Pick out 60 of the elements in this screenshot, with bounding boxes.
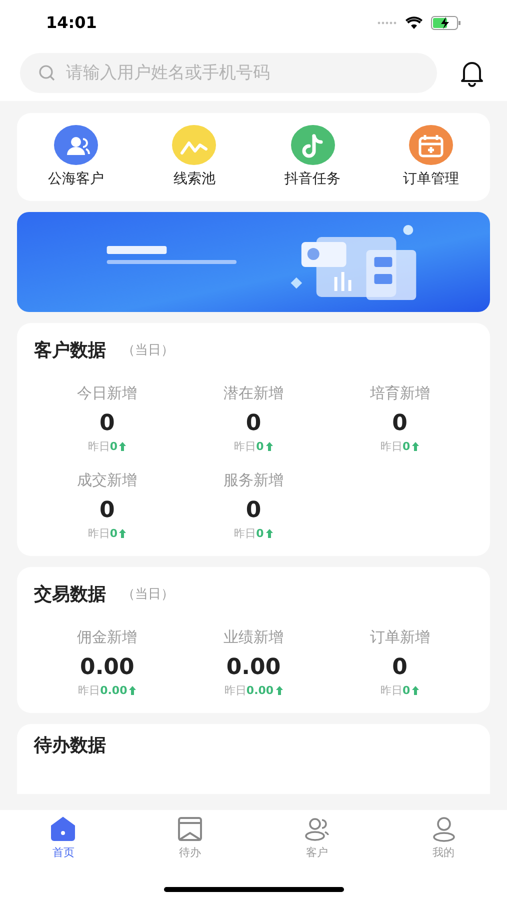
- wifi-icon: [405, 16, 423, 29]
- yesterday-value: 0: [256, 526, 264, 542]
- up-arrow-icon: [266, 442, 273, 452]
- home-icon: [49, 815, 78, 843]
- shortcut-button[interactable]: 公海客户: [17, 124, 136, 190]
- stat-label: 成交新增: [77, 470, 138, 491]
- bookmark-icon: [176, 815, 204, 843]
- section-title: 交易数据: [34, 583, 106, 607]
- yesterday-value: 0.00: [100, 682, 128, 698]
- section-title: 待办数据: [34, 735, 106, 756]
- stat-value: 0: [100, 410, 115, 438]
- stat-label: 今日新增: [77, 383, 138, 404]
- shortcut-button[interactable]: 抖音任务: [254, 124, 372, 190]
- stat-value: 0: [246, 410, 262, 438]
- tab[interactable]: 首页: [0, 815, 127, 862]
- section-period: （当日）: [122, 342, 174, 360]
- stat-label: 潜在新增: [223, 383, 284, 404]
- up-arrow-icon: [119, 442, 126, 452]
- stat-value: 0.00: [226, 654, 281, 682]
- up-arrow-icon: [412, 442, 420, 452]
- shortcut-button[interactable]: 订单管理: [372, 124, 490, 190]
- yesterday-value: 0: [256, 438, 264, 454]
- stat-value: 0: [392, 410, 408, 438]
- up-arrow-icon: [266, 529, 273, 538]
- up-arrow-icon: [276, 686, 283, 696]
- stat-value: 0: [246, 496, 262, 524]
- yesterday-value: 0.00: [246, 682, 274, 698]
- yesterday-value: 0: [110, 526, 118, 542]
- stat-label: 订单新增: [370, 627, 430, 648]
- yesterday-label: 昨日: [88, 438, 110, 454]
- yesterday-label: 昨日: [88, 526, 110, 542]
- people-icon: [302, 815, 331, 843]
- yesterday-value: 0: [110, 438, 118, 454]
- yesterday-label: 昨日: [380, 682, 402, 698]
- up-arrow-icon: [119, 529, 126, 538]
- search-field[interactable]: 请输入用户姓名或手机号码: [20, 53, 437, 93]
- yesterday-value: 0: [402, 438, 410, 454]
- stat-label: 培育新增: [370, 383, 430, 404]
- yesterday-label: 昨日: [380, 438, 402, 454]
- up-arrow-icon: [129, 686, 136, 696]
- search-icon: [38, 64, 56, 82]
- yesterday-label: 昨日: [78, 682, 100, 698]
- signal-icon: [377, 20, 397, 24]
- yesterday-value: 0: [402, 682, 410, 698]
- bell-icon: [458, 59, 486, 87]
- section-title: 客户数据: [34, 339, 106, 363]
- status-time: 14:01: [46, 12, 97, 34]
- yesterday-label: 昨日: [234, 438, 256, 454]
- stat-value: 0: [100, 496, 115, 524]
- yesterday-label: 昨日: [224, 682, 246, 698]
- up-arrow-icon: [412, 686, 420, 696]
- section-period: （当日）: [122, 586, 174, 604]
- stat-value: 0: [392, 654, 408, 682]
- stat-label: 佣金新增: [77, 627, 138, 648]
- battery-icon: [431, 16, 461, 30]
- yesterday-label: 昨日: [234, 526, 256, 542]
- stat-label: 服务新增: [223, 470, 284, 491]
- stat-value: 0.00: [80, 654, 134, 682]
- shortcut-button[interactable]: 线索池: [135, 124, 254, 190]
- stat-label: 业绩新增: [223, 627, 284, 648]
